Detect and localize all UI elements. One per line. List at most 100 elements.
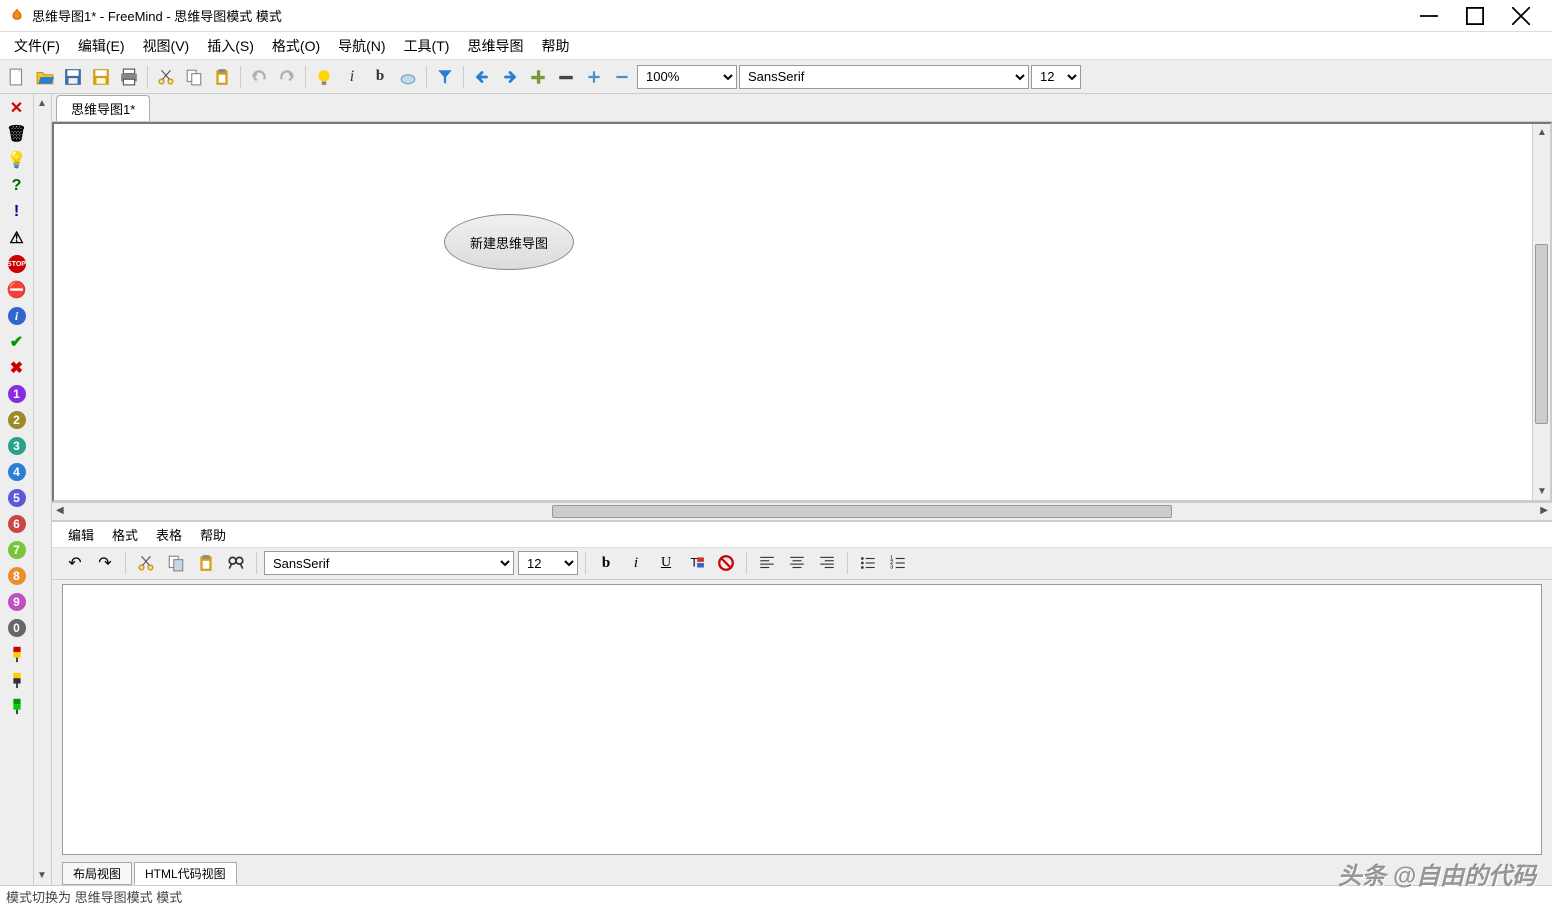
menu-insert[interactable]: 插入(S) (199, 34, 262, 58)
priority-4-icon[interactable]: 4 (7, 462, 27, 482)
redo-icon[interactable] (274, 64, 300, 90)
editor-clearformat-icon[interactable] (713, 550, 739, 576)
editor-fontcolor-icon[interactable]: T (683, 550, 709, 576)
separator (585, 552, 586, 574)
priority-5-icon[interactable]: 5 (7, 488, 27, 508)
editor-cut-icon[interactable] (133, 550, 159, 576)
important-icon[interactable]: ! (7, 202, 27, 222)
mindmap-canvas[interactable]: 新建思维导图 (54, 124, 1532, 500)
root-node[interactable]: 新建思维导图 (444, 214, 574, 270)
cancel-icon[interactable]: ✖ (7, 358, 27, 378)
editor-paste-icon[interactable] (193, 550, 219, 576)
priority-8-icon[interactable]: 8 (7, 566, 27, 586)
remove-small-icon[interactable] (609, 64, 635, 90)
zoom-combo[interactable]: 100% (637, 65, 737, 89)
arrow-left-icon[interactable] (469, 64, 495, 90)
editor-menu-help[interactable]: 帮助 (194, 523, 232, 546)
new-file-icon[interactable] (4, 64, 30, 90)
number-list-icon[interactable]: 123 (885, 550, 911, 576)
separator (147, 66, 148, 88)
flag-red-icon[interactable] (7, 644, 27, 664)
align-center-icon[interactable] (784, 550, 810, 576)
editor-tab-layout[interactable]: 布局视图 (62, 862, 132, 885)
priority-2-icon[interactable]: 2 (7, 410, 27, 430)
add-small-icon[interactable] (581, 64, 607, 90)
save-as-icon[interactable] (88, 64, 114, 90)
cut-icon[interactable] (153, 64, 179, 90)
forbid-icon[interactable]: ⛔ (7, 280, 27, 300)
editor-italic-icon[interactable]: i (623, 550, 649, 576)
canvas-vscrollbar[interactable] (1532, 124, 1550, 500)
open-file-icon[interactable] (32, 64, 58, 90)
separator (463, 66, 464, 88)
menu-help[interactable]: 帮助 (533, 34, 577, 58)
priority-7-icon[interactable]: 7 (7, 540, 27, 560)
bulb-icon[interactable]: 💡 (7, 150, 27, 170)
priority-0-icon[interactable]: 0 (7, 618, 27, 638)
info-icon[interactable]: i (7, 306, 27, 326)
maximize-button[interactable] (1452, 1, 1498, 31)
editor-menu-table[interactable]: 表格 (150, 523, 188, 546)
menu-format[interactable]: 格式(O) (264, 34, 328, 58)
editor-tab-html[interactable]: HTML代码视图 (134, 862, 237, 885)
align-right-icon[interactable] (814, 550, 840, 576)
add-node-icon[interactable] (525, 64, 551, 90)
separator (847, 552, 848, 574)
editor-menu-format[interactable]: 格式 (106, 523, 144, 546)
sidebar-scrollbar[interactable] (34, 94, 52, 885)
flag-yellow-icon[interactable] (7, 670, 27, 690)
menu-edit[interactable]: 编辑(E) (70, 34, 133, 58)
idea-icon[interactable] (311, 64, 337, 90)
warning-icon[interactable]: ⚠ (7, 228, 27, 248)
menu-file[interactable]: 文件(F) (6, 34, 68, 58)
save-icon[interactable] (60, 64, 86, 90)
bold-icon[interactable]: b (367, 64, 393, 90)
menu-tools[interactable]: 工具(T) (396, 34, 458, 58)
priority-6-icon[interactable]: 6 (7, 514, 27, 534)
separator (746, 552, 747, 574)
delete-icon[interactable]: ✕ (7, 98, 27, 118)
print-icon[interactable] (116, 64, 142, 90)
priority-3-icon[interactable]: 3 (7, 436, 27, 456)
editor-bold-icon[interactable]: b (593, 550, 619, 576)
window-controls (1406, 1, 1544, 31)
help-icon[interactable]: ? (7, 176, 27, 196)
document-tabs: 思维导图1* (52, 94, 1552, 122)
editor-redo-icon[interactable]: ↷ (92, 550, 118, 576)
italic-icon[interactable]: i (339, 64, 365, 90)
bullet-list-icon[interactable] (855, 550, 881, 576)
canvas-hscrollbar[interactable] (52, 502, 1552, 520)
menu-view[interactable]: 视图(V) (135, 34, 198, 58)
arrow-right-icon[interactable] (497, 64, 523, 90)
ok-icon[interactable]: ✔ (7, 332, 27, 352)
priority-9-icon[interactable]: 9 (7, 592, 27, 612)
status-text: 模式切换为 思维导图模式 模式 (6, 887, 182, 906)
priority-1-icon[interactable]: 1 (7, 384, 27, 404)
align-left-icon[interactable] (754, 550, 780, 576)
filter-icon[interactable] (432, 64, 458, 90)
editor-textarea[interactable] (62, 584, 1542, 855)
editor-menu-edit[interactable]: 编辑 (62, 523, 100, 546)
flag-green-icon[interactable] (7, 696, 27, 716)
minimize-button[interactable] (1406, 1, 1452, 31)
editor-underline-icon[interactable]: U (653, 550, 679, 576)
doc-tab-1[interactable]: 思维导图1* (56, 95, 150, 121)
editor-find-icon[interactable] (223, 550, 249, 576)
paste-icon[interactable] (209, 64, 235, 90)
editor-undo-icon[interactable]: ↶ (62, 550, 88, 576)
copy-icon[interactable] (181, 64, 207, 90)
font-combo[interactable]: SansSerif (739, 65, 1029, 89)
stop-icon[interactable]: STOP (7, 254, 27, 274)
close-button[interactable] (1498, 1, 1544, 31)
menu-navigate[interactable]: 导航(N) (330, 34, 393, 58)
fontsize-combo[interactable]: 12 (1031, 65, 1081, 89)
editor-size-combo[interactable]: 12 (518, 551, 578, 575)
editor-font-combo[interactable]: SansSerif (264, 551, 514, 575)
remove-node-icon[interactable] (553, 64, 579, 90)
separator (125, 552, 126, 574)
menu-mindmap[interactable]: 思维导图 (459, 34, 531, 58)
undo-icon[interactable] (246, 64, 272, 90)
editor-copy-icon[interactable] (163, 550, 189, 576)
cloud-icon[interactable] (395, 64, 421, 90)
trash-icon[interactable]: 🗑 (7, 124, 27, 144)
